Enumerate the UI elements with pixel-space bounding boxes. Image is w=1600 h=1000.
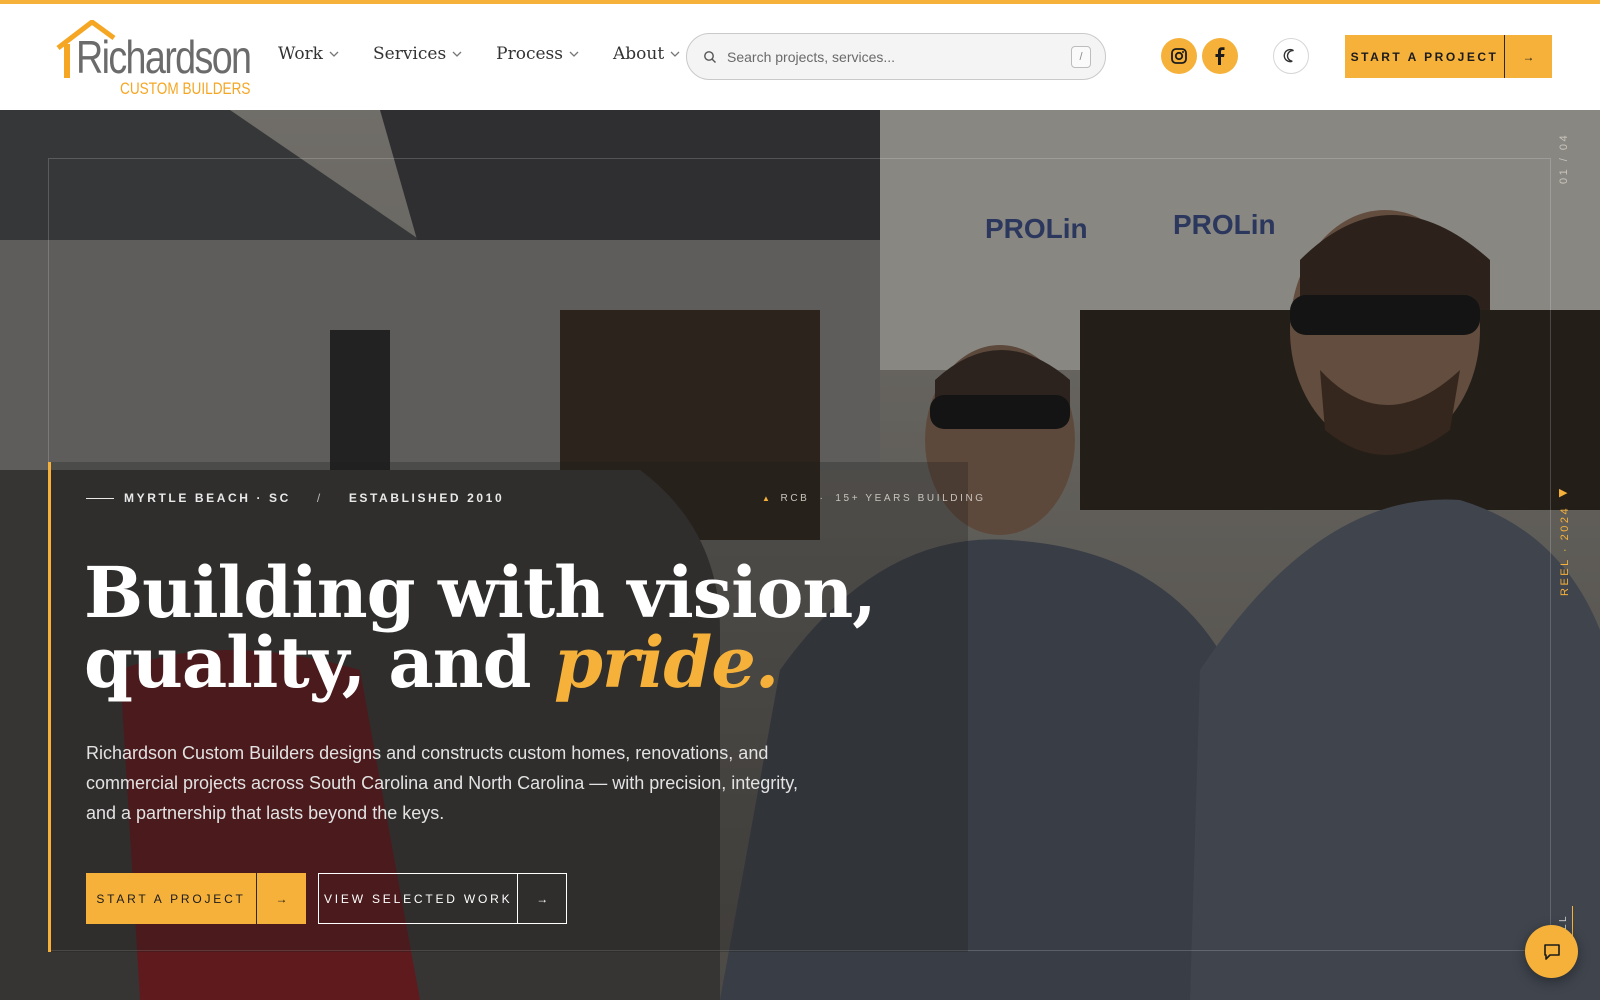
hero-tag-row: ▲ RCB · 15+ YEARS BUILDING: [762, 493, 986, 504]
triangle-icon: ▲: [762, 494, 773, 503]
nav-item-services[interactable]: Services: [373, 44, 462, 64]
nav-label: Process: [496, 44, 564, 64]
hero-description: Richardson Custom Builders designs and c…: [86, 743, 798, 823]
nav-item-process[interactable]: Process: [496, 44, 579, 64]
hero-meta-row: MYRTLE BEACH · SC / ESTABLISHED 2010: [86, 491, 504, 505]
meta-dash: [86, 497, 114, 499]
logo-wordmark: Richardson: [76, 31, 252, 83]
facebook-button[interactable]: [1202, 38, 1238, 74]
instagram-button[interactable]: [1161, 38, 1197, 74]
nav-label: Work: [278, 44, 323, 64]
start-project-label: START A PROJECT: [96, 891, 246, 906]
chat-button[interactable]: [1525, 925, 1578, 978]
hero-established: ESTABLISHED 2010: [348, 491, 505, 505]
chevron-down-icon: [452, 51, 462, 57]
reel-button[interactable]: REEL · 2024 ▶: [1558, 487, 1571, 596]
nav-item-work[interactable]: Work: [278, 44, 339, 64]
meta-separator: /: [316, 491, 323, 505]
theme-toggle-button[interactable]: [1273, 38, 1309, 74]
view-work-button[interactable]: VIEW SELECTED WORK →: [318, 873, 567, 924]
slide-counter: 01 / 04: [1558, 132, 1570, 184]
chevron-down-icon: [329, 51, 339, 57]
search-icon: [704, 51, 716, 63]
arrow-right-icon: →: [256, 873, 306, 924]
tag-dot: ·: [819, 493, 826, 504]
moon-icon: [1283, 48, 1294, 63]
brand-logo[interactable]: Richardson CUSTOM BUILDERS: [56, 20, 252, 102]
play-icon: ▶: [1559, 486, 1570, 499]
main-nav: Work Services Process About: [278, 44, 714, 64]
search-bar[interactable]: /: [686, 33, 1106, 80]
hero-headline: Building with vision, quality, and pride…: [84, 558, 984, 698]
start-project-button[interactable]: START A PROJECT →: [86, 873, 306, 924]
headline-line-1: Building with vision,: [84, 551, 877, 634]
headline-accent: pride.: [554, 621, 779, 704]
instagram-icon: [1171, 48, 1187, 64]
arrow-right-icon: →: [1504, 35, 1552, 78]
site-header: Richardson CUSTOM BUILDERS Work Services…: [0, 4, 1600, 110]
chat-icon: [1543, 943, 1560, 960]
chevron-down-icon: [670, 51, 680, 57]
chevron-down-icon: [569, 51, 579, 57]
tag-brand: RCB: [780, 493, 810, 504]
reel-label: REEL · 2024: [1558, 505, 1571, 596]
search-shortcut-key: /: [1071, 46, 1091, 68]
view-work-label: VIEW SELECTED WORK: [323, 891, 513, 906]
header-cta-label: START A PROJECT: [1350, 49, 1499, 64]
hero-section: PROLin PROLin MYRTLE BEACH · SC / ESTABL…: [0, 110, 1600, 1000]
facebook-icon: [1215, 47, 1225, 65]
logo-tagline: CUSTOM BUILDERS: [120, 79, 251, 98]
search-input[interactable]: [727, 42, 1057, 72]
nav-label: Services: [372, 44, 447, 64]
nav-item-about[interactable]: About: [613, 44, 680, 64]
nav-label: About: [613, 44, 665, 64]
arrow-right-icon: →: [517, 874, 566, 923]
headline-line-2-text: quality, and: [84, 621, 554, 704]
tag-years: 15+ YEARS BUILDING: [835, 493, 986, 504]
headline-line-2: quality, and pride.: [84, 628, 984, 698]
hero-location: MYRTLE BEACH · SC: [124, 491, 291, 505]
header-start-project-button[interactable]: START A PROJECT →: [1345, 35, 1552, 78]
